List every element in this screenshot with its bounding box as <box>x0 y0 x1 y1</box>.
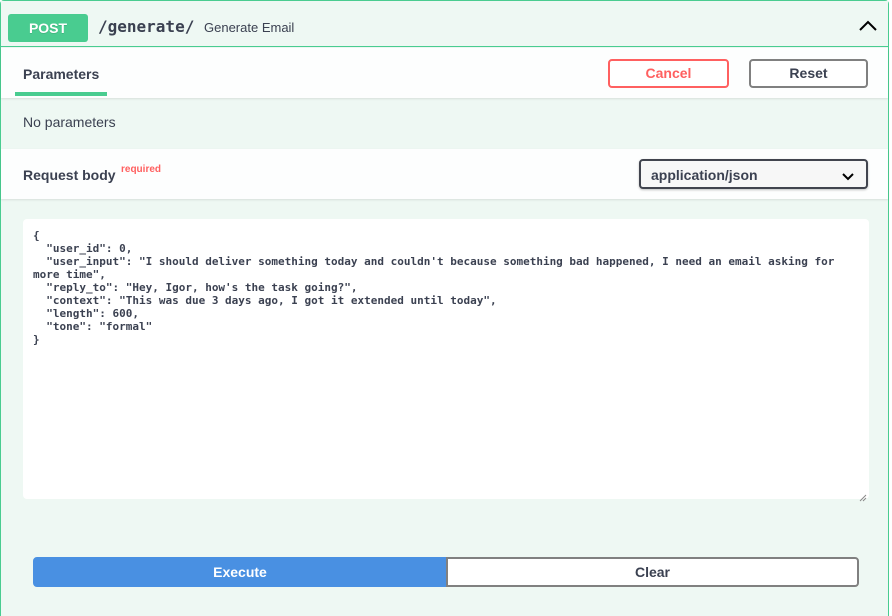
operation-summary[interactable]: POST /generate/ Generate Email <box>1 1 888 47</box>
execute-button[interactable]: Execute <box>33 557 447 587</box>
resize-handle-icon[interactable] <box>859 489 867 502</box>
request-body-header: Request body required application/json <box>1 149 888 199</box>
operation-summary-text: Generate Email <box>204 20 295 35</box>
clear-button[interactable]: Clear <box>446 557 859 587</box>
method-badge: POST <box>8 14 88 42</box>
request-body-editor[interactable]: { "user_id": 0, "user_input": "I should … <box>23 219 869 502</box>
tab-parameters-label: Parameters <box>23 66 100 82</box>
reset-button[interactable]: Reset <box>749 59 868 88</box>
content-type-select[interactable]: application/json <box>639 159 868 189</box>
parameters-header: Parameters Cancel Reset <box>1 48 888 98</box>
request-body-title: Request body <box>23 167 116 183</box>
content-type-value: application/json <box>651 167 758 183</box>
cancel-button[interactable]: Cancel <box>608 59 729 88</box>
chevron-down-icon <box>841 169 855 181</box>
endpoint-path: /generate/ <box>98 17 195 36</box>
request-body-json[interactable]: { "user_id": 0, "user_input": "I should … <box>33 229 853 346</box>
no-parameters-text: No parameters <box>23 114 116 130</box>
required-label: required <box>121 164 162 175</box>
chevron-up-icon[interactable] <box>856 15 880 35</box>
operation-block: POST /generate/ Generate Email Parameter… <box>0 0 889 616</box>
tab-parameters[interactable]: Parameters <box>15 48 107 96</box>
